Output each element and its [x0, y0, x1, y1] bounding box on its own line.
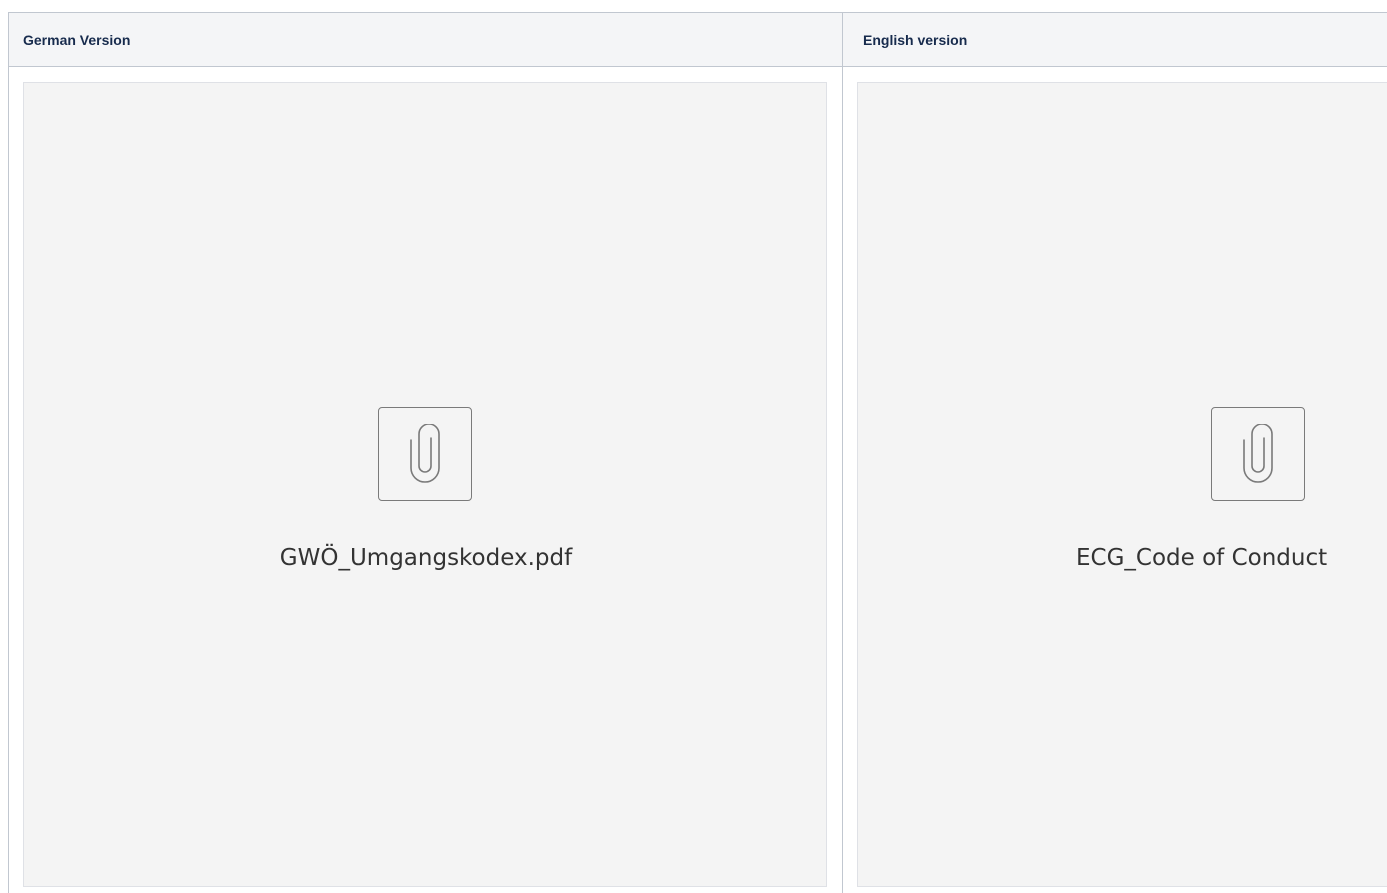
paperclip-icon[interactable]: [1211, 407, 1305, 501]
content-table: German Version GWÖ_Umgangskodex.pdf Engl…: [8, 12, 1387, 893]
attachment-preview-german[interactable]: GWÖ_Umgangskodex.pdf: [23, 82, 827, 887]
paperclip-icon-graphic: [410, 424, 440, 483]
table-column-english: English version ECG_Code of Conduct: [843, 13, 1387, 893]
content-table-wrapper: German Version GWÖ_Umgangskodex.pdf Engl…: [8, 12, 1387, 893]
table-cell-german: GWÖ_Umgangskodex.pdf: [9, 68, 842, 893]
attachment-preview-english[interactable]: ECG_Code of Conduct: [857, 82, 1387, 887]
header-label-english: English version: [863, 31, 968, 48]
table-header-german: German Version: [9, 13, 842, 67]
table-header-english: English version: [843, 13, 1387, 67]
paperclip-icon-graphic: [1243, 424, 1273, 483]
attachment-file-name-english[interactable]: ECG_Code of Conduct: [1076, 545, 1327, 571]
header-label-german: German Version: [23, 31, 131, 48]
table-cell-english: ECG_Code of Conduct: [843, 68, 1387, 893]
attachment-file-name-german[interactable]: GWÖ_Umgangskodex.pdf: [24, 545, 828, 571]
table-column-german: German Version GWÖ_Umgangskodex.pdf: [9, 13, 843, 893]
paperclip-icon[interactable]: [378, 407, 472, 501]
